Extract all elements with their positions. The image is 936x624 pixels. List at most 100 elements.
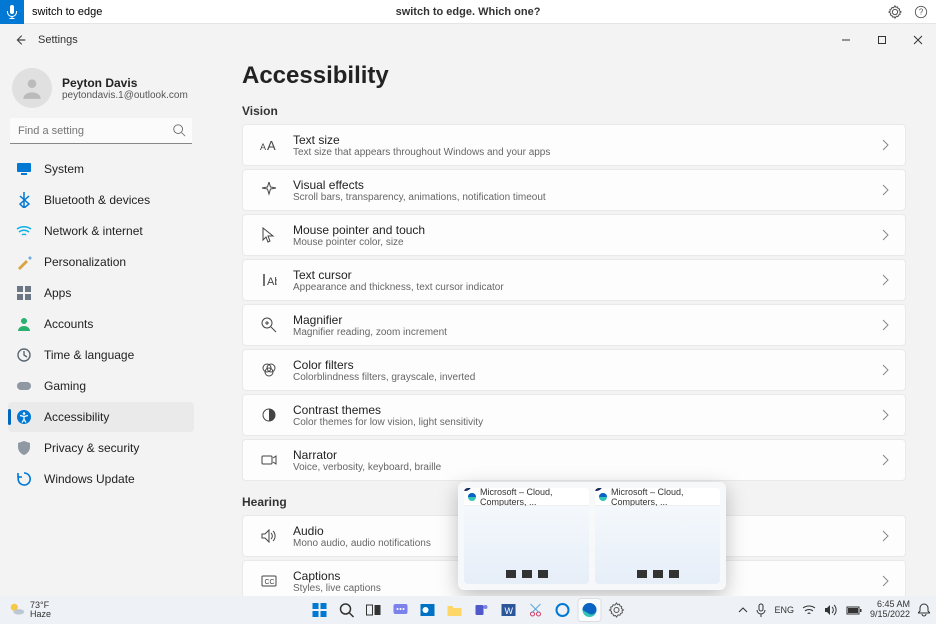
help-icon[interactable]: ? [912,3,930,21]
tray-mic-icon[interactable] [756,603,766,617]
svg-text:W: W [505,606,514,616]
clock-icon [16,347,32,363]
card-sub: Appearance and thickness, text cursor in… [293,282,881,293]
page-title: Accessibility [242,62,906,90]
wifi-icon [16,223,32,239]
preview-title: Microsoft – Cloud, Computers, ... [480,488,585,507]
card-sub: Mouse pointer color, size [293,237,881,248]
chevron-up-icon[interactable] [738,606,748,614]
chevron-right-icon [881,409,889,421]
paint-icon [16,254,32,270]
taskbar-cortana[interactable] [552,599,574,621]
magnifier-icon [259,317,279,333]
card-text-cursor[interactable]: Ab Text cursorAppearance and thickness, … [242,259,906,301]
mic-button[interactable] [0,0,24,24]
card-magnifier[interactable]: MagnifierMagnifier reading, zoom increme… [242,304,906,346]
card-color-filters[interactable]: Color filtersColorblindness filters, gra… [242,349,906,391]
weather-cond: Haze [30,610,51,619]
tray-language[interactable]: ENG [774,605,794,615]
sidebar-item-personalization[interactable]: Personalization [8,247,194,277]
cortana-bar: switch to edge. Which one? ? [0,0,936,24]
preview-tile-1[interactable]: 1 Microsoft – Cloud, Computers, ... [464,488,589,584]
card-title: Visual effects [293,178,881,192]
card-sub: Voice, verbosity, keyboard, braille [293,462,881,473]
taskbar-settings-app[interactable] [606,599,628,621]
card-narrator[interactable]: NarratorVoice, verbosity, keyboard, brai… [242,439,906,481]
card-text-size[interactable]: AA Text sizeText size that appears throu… [242,124,906,166]
preview-thumbnail [595,506,720,584]
start-button[interactable] [309,599,331,621]
sidebar-item-system[interactable]: System [8,154,194,184]
person-icon [19,75,45,101]
minimize-button[interactable] [828,24,864,56]
card-mouse-pointer[interactable]: Mouse pointer and touchMouse pointer col… [242,214,906,256]
search-input[interactable] [10,118,192,144]
text-cursor-icon: Ab [259,273,279,287]
card-contrast-themes[interactable]: Contrast themesColor themes for low visi… [242,394,906,436]
sidebar-item-privacy[interactable]: Privacy & security [8,433,194,463]
tray-wifi-icon[interactable] [802,605,816,616]
cortana-input[interactable] [24,6,304,18]
sidebar-item-label: Accessibility [44,410,109,424]
maximize-button[interactable] [864,24,900,56]
sidebar-item-gaming[interactable]: Gaming [8,371,194,401]
sidebar-item-apps[interactable]: Apps [8,278,194,308]
sidebar-item-network[interactable]: Network & internet [8,216,194,246]
shield-icon [16,440,32,456]
taskbar-search[interactable] [336,599,358,621]
sidebar-item-time[interactable]: Time & language [8,340,194,370]
sidebar-item-label: Accounts [44,317,93,331]
arrow-left-icon [13,33,27,47]
tray-clock[interactable]: 6:45 AM9/15/2022 [870,600,910,620]
tray-battery-icon[interactable] [846,606,862,615]
taskbar-chat[interactable] [390,599,412,621]
search-icon [172,123,186,137]
settings-gear-icon[interactable] [886,3,904,21]
sidebar-item-accessibility[interactable]: Accessibility [8,402,194,432]
taskbar-word[interactable]: W [498,599,520,621]
tray-date: 9/15/2022 [870,610,910,620]
sidebar-item-accounts[interactable]: Accounts [8,309,194,339]
sidebar-item-label: Time & language [44,348,134,362]
weather-icon [8,601,26,619]
taskbar-teams[interactable] [471,599,493,621]
profile-block[interactable]: Peyton Davis peytondavis.1@outlook.com [8,62,194,118]
avatar [12,68,52,108]
chevron-right-icon [881,319,889,331]
chevron-right-icon [881,575,889,587]
sidebar-item-label: Privacy & security [44,441,139,455]
sidebar-item-label: Personalization [44,255,126,269]
sidebar-item-windows-update[interactable]: Windows Update [8,464,194,494]
card-title: Narrator [293,448,881,462]
svg-text:?: ? [919,7,924,16]
taskbar-preview-popup: 1 Microsoft – Cloud, Computers, ... 2 Mi… [458,482,726,590]
captions-icon: CC [259,575,279,587]
sidebar-item-bluetooth[interactable]: Bluetooth & devices [8,185,194,215]
narrator-icon [259,453,279,467]
svg-text:A: A [260,142,266,152]
sidebar-item-label: Network & internet [44,224,143,238]
tray-volume-icon[interactable] [824,604,838,616]
svg-text:A: A [267,138,276,152]
accessibility-icon [16,409,32,425]
taskbar-outlook[interactable] [417,599,439,621]
card-title: Text cursor [293,268,881,282]
mic-icon [6,5,18,19]
text-size-icon: AA [259,138,279,152]
tray-notifications-icon[interactable] [918,603,930,617]
edge-icon [599,492,607,502]
back-button[interactable] [4,24,36,56]
card-title: Contrast themes [293,403,881,417]
taskbar-explorer[interactable] [444,599,466,621]
close-button[interactable] [900,24,936,56]
taskbar-weather[interactable]: 73°FHaze [0,601,51,619]
profile-name: Peyton Davis [62,76,188,90]
section-vision: Vision [242,104,906,118]
card-visual-effects[interactable]: Visual effectsScroll bars, transparency,… [242,169,906,211]
taskbar-snip[interactable] [525,599,547,621]
preview-tile-2[interactable]: 2 Microsoft – Cloud, Computers, ... [595,488,720,584]
chevron-right-icon [881,139,889,151]
sidebar-item-label: Gaming [44,379,86,393]
taskbar-edge[interactable] [579,599,601,621]
taskbar-taskview[interactable] [363,599,385,621]
